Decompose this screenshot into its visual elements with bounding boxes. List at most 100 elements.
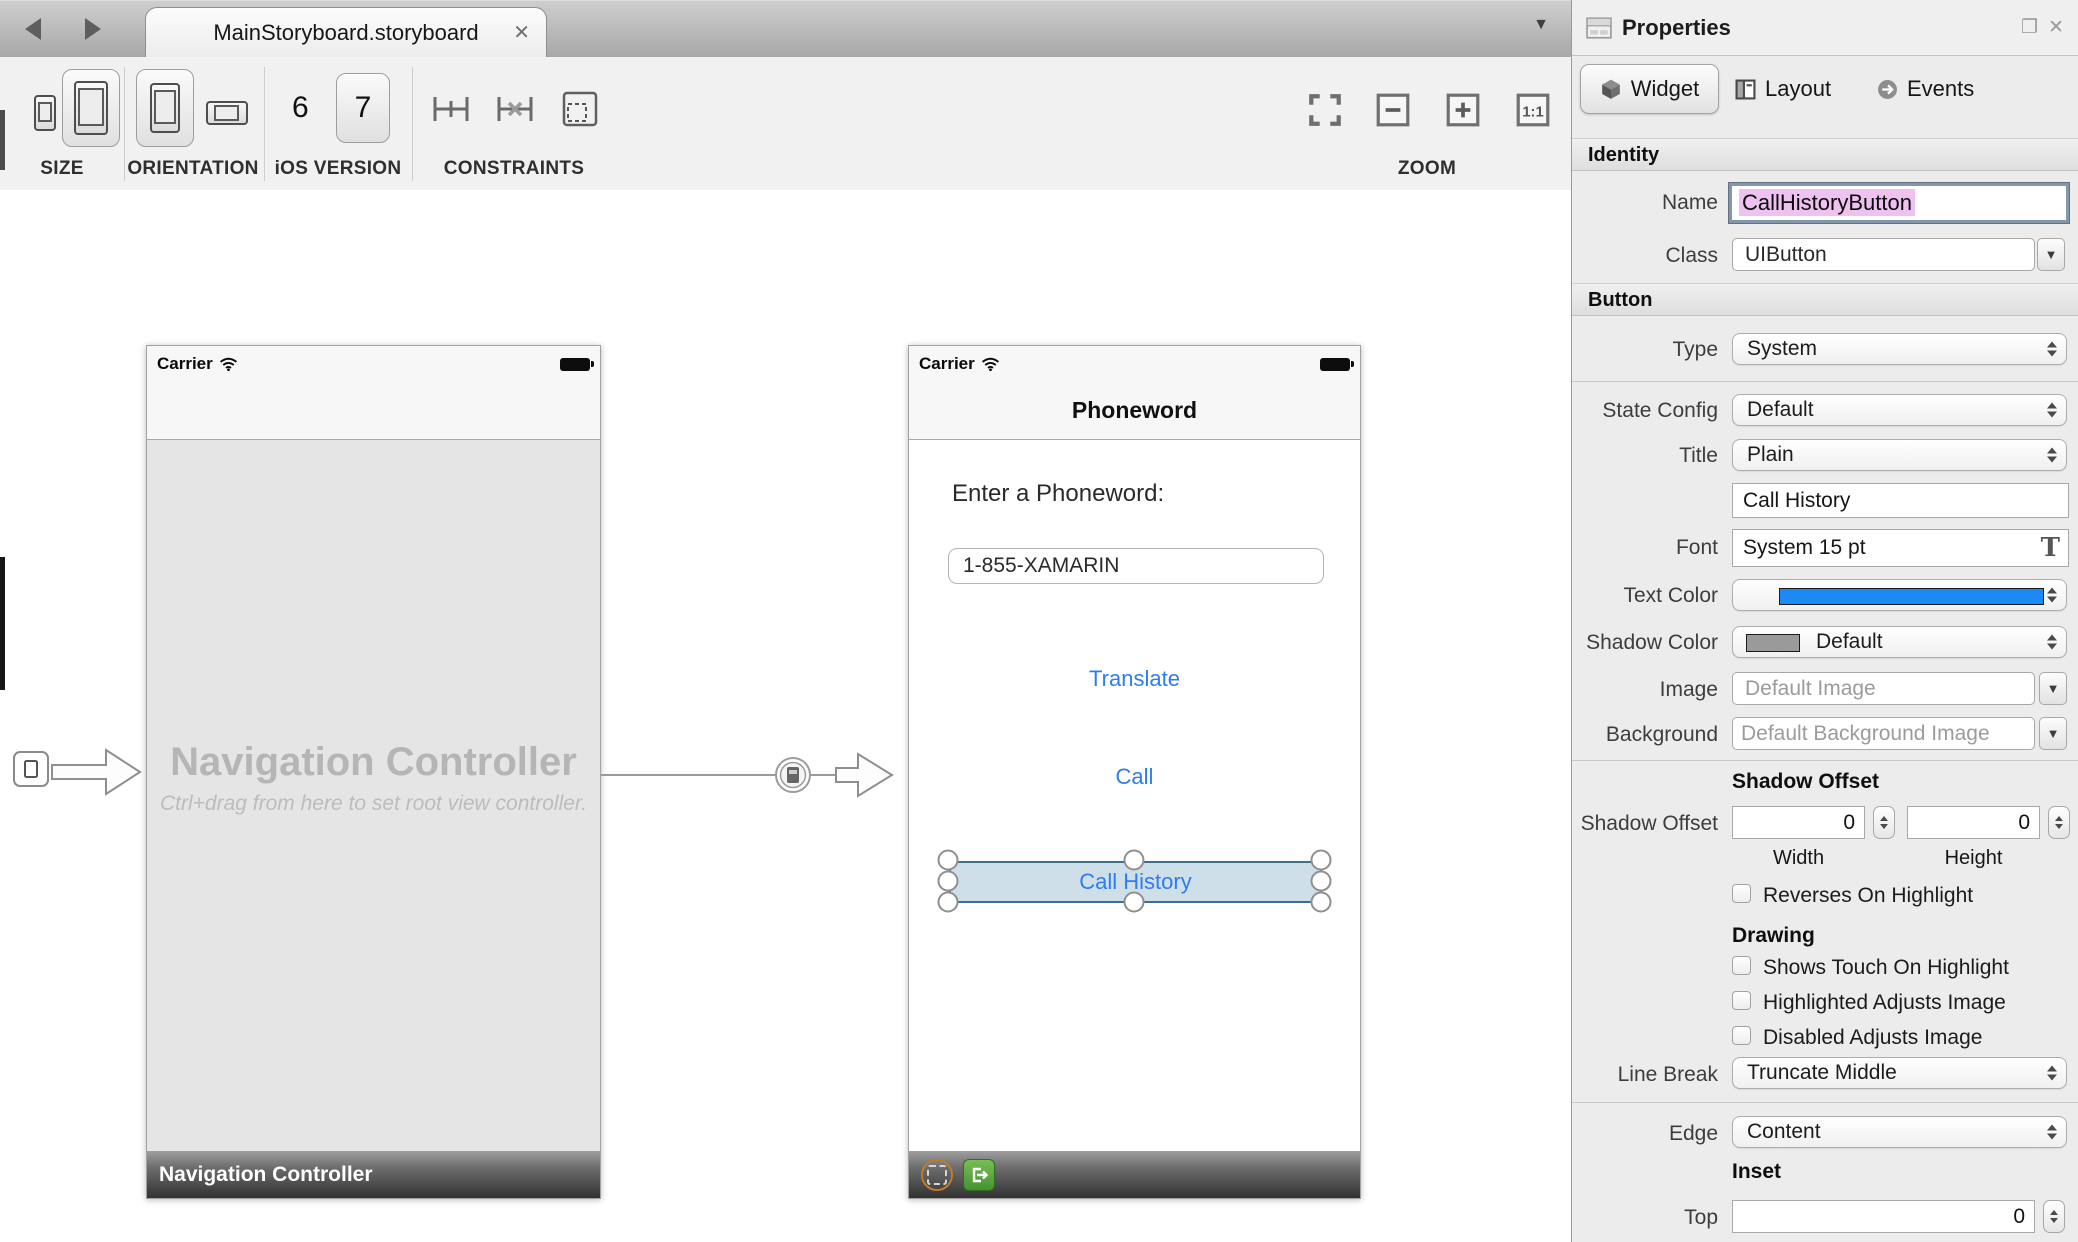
forward-icon [85, 18, 101, 40]
forward-button[interactable] [78, 14, 108, 44]
phoneword-nav-title: Phoneword [909, 382, 1360, 438]
text-color-label: Text Color [1572, 584, 1718, 608]
class-label: Class [1572, 244, 1718, 268]
properties-header: Properties ❐ ✕ [1572, 0, 2078, 56]
pad-edge-handle[interactable] [0, 110, 5, 170]
shadow-color-label: Shadow Color [1572, 631, 1718, 655]
identity-section-header: Identity [1572, 138, 2078, 171]
panel-close-icon[interactable]: ✕ [2048, 16, 2064, 39]
image-field[interactable]: Default Image [1732, 672, 2035, 705]
cube-icon [1600, 78, 1622, 100]
status-bar: Carrier [147, 346, 600, 382]
phoneword-content[interactable]: Enter a Phoneword: 1-855-XAMARIN Transla… [909, 440, 1360, 1151]
text-color-dropdown[interactable] [1732, 579, 2067, 611]
reverses-on-highlight-label: Reverses On Highlight [1763, 884, 1973, 908]
nav-controller-dock[interactable]: Navigation Controller [147, 1151, 600, 1198]
call-button[interactable]: Call [909, 764, 1360, 790]
background-field[interactable]: Default Background Image [1732, 717, 2035, 750]
exit-segue-icon[interactable] [963, 1159, 995, 1191]
call-history-button[interactable]: Call History [949, 861, 1322, 903]
shadow-color-value: Default [1816, 627, 1883, 657]
tab-widget-label: Widget [1631, 76, 1699, 102]
translate-button[interactable]: Translate [909, 666, 1360, 692]
dock-label: Navigation Controller [159, 1163, 373, 1187]
disabled-adjusts-checkbox[interactable] [1732, 1026, 1751, 1045]
orientation-portrait-button[interactable] [136, 69, 194, 147]
pad-edge-handle[interactable] [0, 557, 5, 690]
stepper-arrows-icon [2047, 1125, 2057, 1140]
dropdown-arrow-icon: ▼ [2045, 247, 2058, 262]
tab-events[interactable]: Events [1877, 64, 1974, 114]
back-button[interactable] [18, 14, 48, 44]
carrier-label: Carrier [157, 354, 213, 374]
font-label: Font [1572, 536, 1718, 560]
reverses-on-highlight-checkbox[interactable] [1732, 884, 1751, 903]
title-mode-dropdown[interactable]: Plain [1732, 439, 2067, 471]
tab-widget[interactable]: Widget [1580, 64, 1719, 114]
edge-dropdown[interactable]: Content [1732, 1116, 2067, 1148]
font-field[interactable]: System 15 pt T [1732, 529, 2069, 567]
zoom-in-icon[interactable] [1444, 91, 1482, 129]
tab-layout[interactable]: Layout [1735, 64, 1831, 114]
nav-controller-content[interactable]: Navigation Controller Ctrl+drag from her… [147, 440, 600, 1151]
phoneword-text-field[interactable]: 1-855-XAMARIN [948, 548, 1324, 584]
zoom-out-icon[interactable] [1374, 91, 1412, 129]
inset-top-field[interactable]: 0 [1732, 1200, 2035, 1233]
shadow-offset-width-field[interactable]: 0 [1732, 806, 1865, 839]
line-break-dropdown[interactable]: Truncate Middle [1732, 1057, 2067, 1089]
ios7-button[interactable]: 7 [336, 73, 390, 143]
phoneword-dock[interactable] [909, 1151, 1360, 1198]
view-controller-icon[interactable] [921, 1159, 953, 1191]
tab-title: MainStoryboard.storyboard [213, 20, 478, 46]
height-stepper[interactable] [2048, 806, 2070, 839]
carrier-label: Carrier [919, 354, 975, 374]
class-field[interactable]: UIButton [1732, 238, 2035, 271]
image-dropdown-button[interactable]: ▼ [2039, 672, 2067, 705]
background-dropdown-button[interactable]: ▼ [2039, 717, 2067, 750]
width-stepper[interactable] [1873, 806, 1895, 839]
name-label: Name [1572, 191, 1718, 215]
nav-controller-scene[interactable]: Carrier Navigation Controller Ctrl+drag … [146, 345, 601, 1199]
remove-constraint-icon[interactable] [492, 87, 538, 131]
designer-toolbar: 6 7 [0, 57, 1571, 191]
phoneword-scene[interactable]: Carrier Phoneword Enter a Phoneword: 1-8… [908, 345, 1361, 1199]
design-canvas[interactable]: Carrier Navigation Controller Ctrl+drag … [0, 190, 1571, 1242]
shadow-offset-row-label: Shadow Offset [1556, 812, 1718, 836]
stepper-arrows-icon [2047, 448, 2057, 463]
text-color-swatch [1779, 588, 2044, 605]
name-field[interactable]: CallHistoryButton [1729, 183, 2069, 223]
panel-float-icon[interactable]: ❐ [2021, 16, 2038, 39]
ios6-button[interactable]: 6 [292, 91, 309, 125]
tab-strip: MainStoryboard.storyboard ✕ ▼ [0, 0, 1571, 58]
zoom-actual-size-icon[interactable]: 1:1 [1514, 91, 1552, 129]
type-dropdown[interactable]: System [1732, 333, 2067, 365]
tab-close-icon[interactable]: ✕ [513, 20, 530, 45]
edge-value: Content [1747, 1120, 1821, 1143]
zoom-fit-icon[interactable] [1306, 91, 1344, 129]
shows-touch-checkbox[interactable] [1732, 956, 1751, 975]
battery-icon [560, 358, 590, 371]
phoneword-prompt-label[interactable]: Enter a Phoneword: [952, 480, 1164, 508]
shadow-color-dropdown[interactable]: Default [1732, 626, 2067, 658]
state-config-value: Default [1747, 398, 1814, 421]
add-constraint-icon[interactable] [428, 87, 474, 131]
update-frames-icon[interactable] [556, 87, 602, 131]
nav-controller-placeholder-title: Navigation Controller [147, 740, 600, 785]
title-text-field[interactable]: Call History [1732, 483, 2069, 518]
state-config-dropdown[interactable]: Default [1732, 394, 2067, 426]
inset-top-stepper[interactable] [2043, 1200, 2065, 1233]
size-large-button[interactable] [62, 69, 120, 147]
battery-icon [1320, 358, 1350, 371]
shadow-offset-height-field[interactable]: 0 [1907, 806, 2040, 839]
stepper-arrows-icon [2047, 588, 2057, 603]
size-small-icon[interactable] [34, 95, 56, 131]
state-config-label: State Config [1572, 399, 1718, 423]
highlighted-adjusts-checkbox[interactable] [1732, 991, 1751, 1010]
height-sublabel: Height [1907, 847, 2040, 870]
tab-mainstoryboard[interactable]: MainStoryboard.storyboard ✕ [145, 7, 547, 58]
button-section-header: Button [1572, 283, 2078, 316]
class-dropdown-button[interactable]: ▼ [2037, 238, 2065, 271]
orientation-landscape-icon[interactable] [206, 101, 248, 125]
font-picker-icon[interactable]: T [2041, 530, 2060, 566]
tab-list-icon[interactable]: ▼ [1533, 16, 1549, 34]
